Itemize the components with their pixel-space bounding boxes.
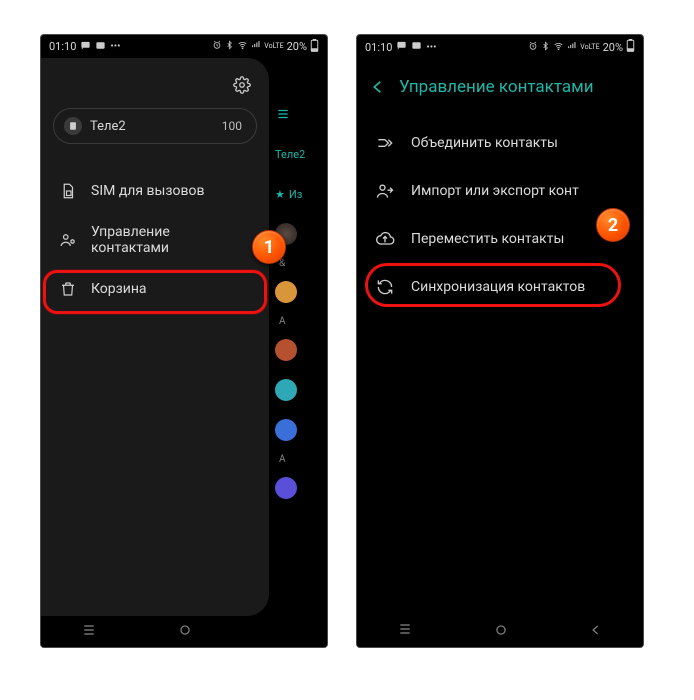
item-label: Объединить контакты xyxy=(411,135,558,151)
avatar-3[interactable] xyxy=(269,330,328,370)
chat-icon xyxy=(396,40,407,54)
trash-icon xyxy=(59,280,77,298)
android-navbar xyxy=(357,615,643,647)
volte-label: VoLTE xyxy=(264,43,283,50)
item-sync-contacts[interactable]: Синхронизация контактов xyxy=(365,263,635,311)
status-time: 01:10 xyxy=(49,40,76,53)
phone-left: 01:10 ••• xyxy=(40,34,328,648)
carrier-label: Теле2 xyxy=(269,134,328,174)
sim-name: Теле2 xyxy=(90,119,126,134)
item-merge-contacts[interactable]: Объединить контакты xyxy=(365,119,635,167)
merge-icon xyxy=(375,133,395,153)
status-time: 01:10 xyxy=(365,41,392,54)
item-import-export[interactable]: Импорт или экспорт конт xyxy=(365,167,635,215)
avatar-5[interactable] xyxy=(269,410,328,450)
nav-home[interactable] xyxy=(494,622,508,641)
alarm-icon xyxy=(212,40,222,53)
item-label: Переместить контакты xyxy=(411,231,564,247)
contacts-drawer: Теле2 100 SIM для вызовов Управление кон… xyxy=(41,58,269,616)
status-bar: 01:10 ••• xyxy=(41,35,327,58)
battery-percent: 20% xyxy=(603,41,623,54)
gear-icon[interactable] xyxy=(233,76,251,94)
bluetooth-icon xyxy=(225,40,234,53)
menu-trash[interactable]: Корзина xyxy=(53,268,257,310)
avatar-6[interactable] xyxy=(269,468,328,508)
page-title: Управление контактами xyxy=(399,77,594,97)
callout-badge-2: 2 xyxy=(596,208,630,242)
menu-label: SIM для вызовов xyxy=(91,183,204,199)
hamburger-icon[interactable] xyxy=(269,94,328,134)
star-icon: ★ xyxy=(275,188,285,201)
nav-recents[interactable] xyxy=(397,621,413,641)
cloud-upload-icon xyxy=(375,229,395,249)
card-icon xyxy=(411,40,422,54)
section-a-cyr: А xyxy=(269,312,328,330)
volte-label: VoLTE xyxy=(580,44,599,51)
avatar-2[interactable] xyxy=(269,272,328,312)
nav-home[interactable] xyxy=(178,622,192,641)
signal-icon xyxy=(567,41,577,54)
sim-icon xyxy=(64,117,82,135)
card-icon xyxy=(95,40,106,54)
item-move-contacts[interactable]: Переместить контакты xyxy=(365,215,635,263)
phone-right: 01:10 ••• xyxy=(356,34,644,648)
page-header: Управление контактами xyxy=(357,59,643,119)
callout-badge-1: 1 xyxy=(252,230,286,264)
item-label: Импорт или экспорт конт xyxy=(411,183,579,199)
sync-icon xyxy=(375,277,395,297)
menu-label: Корзина xyxy=(91,281,147,297)
back-icon[interactable] xyxy=(369,78,387,96)
sim-contact-count: 100 xyxy=(222,119,242,133)
menu-manage-contacts[interactable]: Управление контактами xyxy=(53,212,257,268)
wifi-icon xyxy=(553,41,564,54)
battery-icon xyxy=(626,39,635,55)
menu-sim-for-calls[interactable]: SIM для вызовов xyxy=(53,170,257,212)
favorites-row: ★ Из xyxy=(269,174,328,214)
import-export-icon xyxy=(375,181,395,201)
alarm-icon xyxy=(528,41,538,54)
battery-percent: 20% xyxy=(287,40,307,53)
signal-icon xyxy=(251,40,261,53)
wifi-icon xyxy=(237,40,248,53)
contacts-list-peek: Теле2 ★ Из & А A xyxy=(269,82,328,640)
chat-icon xyxy=(80,40,91,54)
nav-back[interactable] xyxy=(589,622,603,641)
sim-card-icon xyxy=(59,182,77,200)
item-label: Синхронизация контактов xyxy=(411,279,585,295)
bluetooth-icon xyxy=(541,41,550,54)
battery-icon xyxy=(310,39,319,55)
dots-icon: ••• xyxy=(426,42,436,53)
menu-label: Управление контактами xyxy=(91,224,251,256)
section-a-lat: A xyxy=(269,450,328,468)
sim-selector[interactable]: Теле2 100 xyxy=(53,108,257,144)
nav-recents[interactable] xyxy=(81,622,97,642)
avatar-4[interactable] xyxy=(269,370,328,410)
manage-contacts-icon xyxy=(59,231,77,249)
status-bar: 01:10 ••• xyxy=(357,35,643,59)
dots-icon: ••• xyxy=(110,41,120,52)
